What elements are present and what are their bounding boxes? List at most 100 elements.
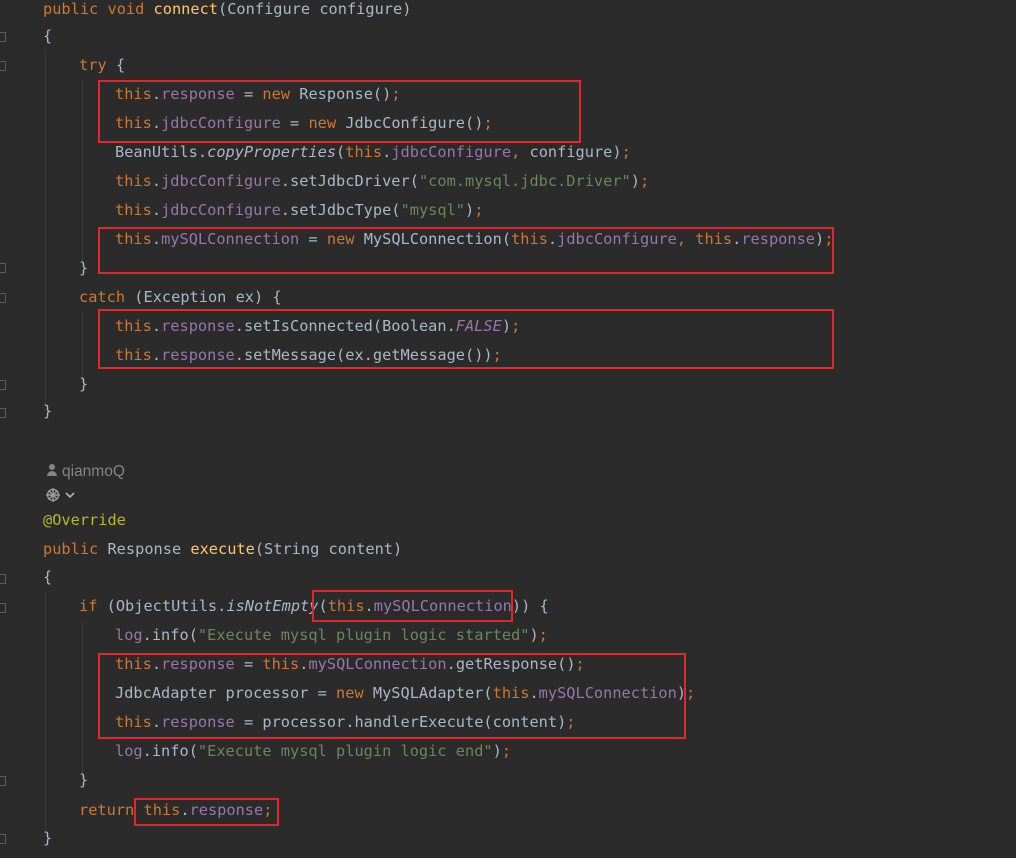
code-token: } — [79, 771, 89, 789]
code-token: BeanUtils. — [115, 143, 208, 161]
code-token: { — [43, 27, 53, 45]
code-token: "Execute mysql plugin logic end" — [197, 742, 493, 760]
code-token: { — [43, 568, 53, 586]
fold-marker-icon[interactable] — [0, 574, 6, 584]
fold-marker-icon[interactable] — [0, 834, 6, 844]
code-token: connect — [153, 0, 219, 18]
code-token: log — [115, 626, 143, 644]
code-token: ( — [336, 143, 346, 161]
code-line[interactable]: } — [79, 370, 88, 399]
code-line[interactable]: { — [43, 22, 52, 51]
code-token: public — [43, 0, 99, 18]
code-token: void — [107, 0, 145, 18]
code-token: ; — [686, 684, 696, 702]
code-token: .info( — [142, 742, 198, 760]
code-token: . — [151, 172, 162, 190]
code-token: this — [345, 143, 383, 161]
code-line[interactable]: public void connect(Configure configure) — [43, 0, 411, 24]
fold-marker-icon[interactable] — [0, 293, 6, 303]
code-token: (String content) — [254, 540, 403, 558]
code-token: .info( — [142, 626, 198, 644]
highlight-box — [98, 653, 686, 739]
code-token: ) — [529, 626, 539, 644]
code-token: . — [382, 143, 392, 161]
code-token: if — [79, 597, 98, 615]
code-token: jdbcConfigure — [161, 172, 281, 190]
author-inlay-hint[interactable]: qianmoQ — [46, 460, 125, 484]
fold-marker-icon[interactable] — [0, 776, 6, 786]
code-token: (Configure configure) — [218, 0, 412, 18]
fold-marker-icon[interactable] — [0, 380, 6, 390]
code-token: copyProperties — [207, 143, 337, 161]
code-token: @Override — [43, 511, 126, 529]
code-line[interactable]: log.info("Execute mysql plugin logic sta… — [115, 621, 548, 650]
code-token: (ObjectUtils. — [97, 597, 227, 615]
code-line[interactable]: try { — [79, 51, 125, 80]
code-line[interactable]: catch (Exception ex) { — [79, 283, 282, 312]
fold-marker-icon[interactable] — [0, 263, 6, 273]
code-token: } — [43, 402, 53, 420]
person-icon — [46, 464, 58, 477]
code-token: . — [151, 201, 162, 219]
chevron-down-icon — [65, 492, 75, 499]
code-line[interactable]: public Response execute(String content) — [43, 535, 402, 564]
code-token: execute — [190, 540, 255, 558]
code-line[interactable]: } — [79, 254, 88, 283]
code-token: isNotEmpty — [226, 597, 319, 615]
generate-icon[interactable] — [44, 486, 84, 504]
highlight-box — [98, 309, 834, 369]
code-token: configure) — [529, 143, 622, 161]
code-token: catch — [79, 288, 126, 306]
code-token: "Execute mysql plugin logic started" — [197, 626, 530, 644]
code-line[interactable]: } — [79, 766, 88, 795]
code-line[interactable]: } — [43, 824, 52, 853]
code-token: .setJdbcDriver( — [280, 172, 419, 190]
code-token: ; — [640, 172, 650, 190]
highlight-box — [134, 798, 279, 826]
code-token: "mysql" — [400, 201, 465, 219]
fold-marker-icon[interactable] — [0, 61, 6, 71]
highlight-box — [312, 590, 513, 622]
code-token: ; — [474, 201, 484, 219]
code-token: } — [79, 259, 89, 277]
code-token: Response — [98, 540, 191, 558]
code-line[interactable]: { — [43, 563, 52, 592]
code-token: ; — [621, 143, 631, 161]
code-token: jdbcConfigure — [161, 201, 281, 219]
code-token: ) — [492, 742, 502, 760]
code-token: jdbcConfigure — [391, 143, 512, 161]
indent-guide — [82, 622, 83, 780]
code-token: { — [106, 56, 126, 74]
fold-marker-icon[interactable] — [0, 32, 6, 42]
code-token: ; — [501, 742, 512, 760]
indent-guide — [82, 80, 83, 265]
code-token: log — [115, 742, 143, 760]
code-token: return — [79, 801, 135, 819]
highlight-box — [98, 80, 581, 143]
code-line[interactable]: this.jdbcConfigure.setJdbcType("mysql"); — [115, 196, 483, 225]
code-token: "com.mysql.jdbc.Driver" — [418, 172, 631, 190]
code-token: (Exception ex) { — [125, 288, 282, 306]
code-token: public — [43, 540, 99, 558]
code-token: } — [43, 829, 53, 847]
indent-guide — [45, 50, 46, 412]
code-line[interactable]: @Override — [43, 506, 126, 535]
code-line[interactable]: this.jdbcConfigure.setJdbcDriver("com.my… — [115, 167, 649, 196]
code-token: , — [511, 143, 530, 161]
code-token: ) — [630, 172, 640, 190]
code-line[interactable]: log.info("Execute mysql plugin logic end… — [115, 737, 511, 766]
code-token: } — [79, 375, 89, 393]
author-name: qianmoQ — [62, 463, 125, 480]
fold-marker-icon[interactable] — [0, 408, 6, 418]
code-editor[interactable]: public void connect(Configure configure)… — [0, 0, 1016, 858]
highlight-box — [98, 227, 834, 274]
indent-guide — [45, 592, 46, 836]
code-token: this — [115, 201, 152, 219]
code-line[interactable]: } — [43, 397, 52, 426]
code-token: ; — [538, 626, 548, 644]
code-token: )) { — [511, 597, 549, 615]
code-token: this — [115, 172, 152, 190]
fold-marker-icon[interactable] — [0, 603, 6, 613]
code-token: ) — [465, 201, 475, 219]
